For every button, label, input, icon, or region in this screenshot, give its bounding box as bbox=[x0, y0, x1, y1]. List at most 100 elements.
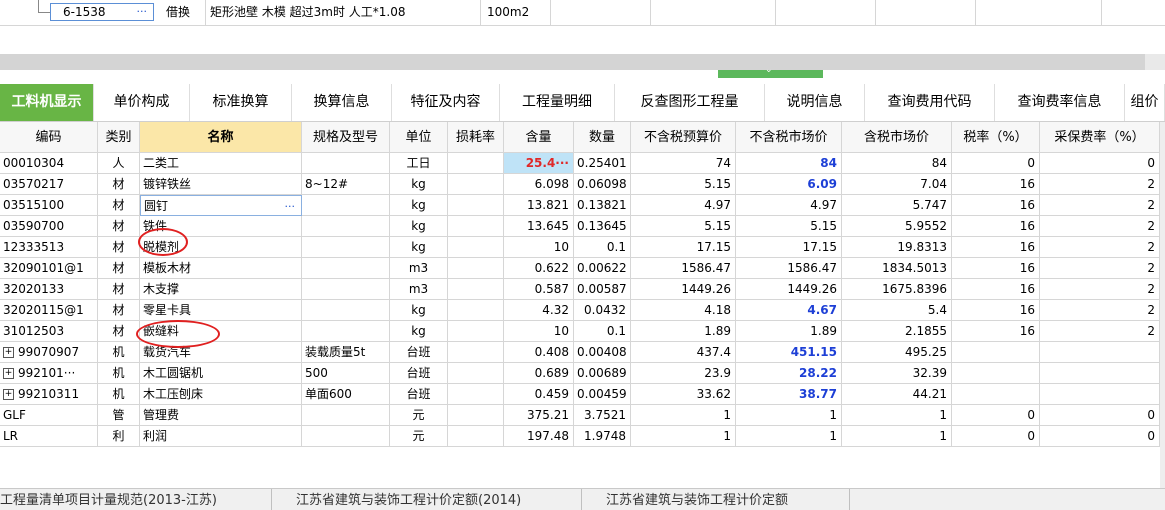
cell-market[interactable]: 38.77 bbox=[736, 384, 842, 405]
table-row[interactable]: 32020115@1 材 零星卡具 kg 4.32 0.0432 4.18 4.67 5.4 16… bbox=[0, 300, 1160, 321]
cell-market[interactable]: 17.15 bbox=[736, 237, 842, 258]
cell-fee[interactable]: 0 bbox=[1040, 153, 1160, 174]
cell-budget[interactable]: 1 bbox=[631, 426, 736, 447]
cell-qty[interactable]: 0.00622 bbox=[574, 258, 631, 279]
cell-unit[interactable]: m3 bbox=[390, 279, 448, 300]
cell-content[interactable]: 10 bbox=[504, 237, 574, 258]
cell-unit[interactable]: m3 bbox=[390, 258, 448, 279]
cell-loss[interactable] bbox=[448, 195, 504, 216]
cell-unit[interactable]: 台班 bbox=[390, 342, 448, 363]
tab-4[interactable]: 特征及内容 bbox=[392, 84, 500, 121]
cell-taxmarket[interactable]: 495.25 bbox=[842, 342, 952, 363]
cell-spec[interactable] bbox=[302, 153, 390, 174]
cell-tax[interactable]: 16 bbox=[952, 279, 1040, 300]
cell-unit[interactable]: kg bbox=[390, 174, 448, 195]
cell-budget[interactable]: 437.4 bbox=[631, 342, 736, 363]
cell-tax[interactable]: 16 bbox=[952, 237, 1040, 258]
cell-cat[interactable]: 管 bbox=[98, 405, 140, 426]
cell-tax[interactable] bbox=[952, 363, 1040, 384]
cell-unit[interactable]: 元 bbox=[390, 426, 448, 447]
cell-name[interactable]: 圆钉 ··· bbox=[140, 195, 302, 216]
cell-code[interactable]: 12333513 bbox=[0, 237, 98, 258]
cell-unit[interactable]: kg bbox=[390, 195, 448, 216]
cell-spec[interactable]: 500 bbox=[302, 363, 390, 384]
table-row[interactable]: LR 利 利润 元 197.48 1.9748 1 1 1 0 0 bbox=[0, 426, 1160, 447]
column-header[interactable]: 含税市场价 bbox=[842, 122, 952, 153]
cell-code[interactable]: 03590700 bbox=[0, 216, 98, 237]
table-row[interactable]: 03515100 材 圆钉 ··· kg 13.821 0.13821 4.97 4.97 5.7… bbox=[0, 195, 1160, 216]
cell-loss[interactable] bbox=[448, 258, 504, 279]
cell-cat[interactable]: 材 bbox=[98, 258, 140, 279]
cell-unit[interactable]: 工日 bbox=[390, 153, 448, 174]
panel-splitter-handle[interactable]: ⌄ bbox=[718, 65, 823, 78]
cell-unit[interactable]: kg bbox=[390, 237, 448, 258]
cell-qty[interactable]: 0.00459 bbox=[574, 384, 631, 405]
cell-loss[interactable] bbox=[448, 342, 504, 363]
cell-spec[interactable]: 8~12# bbox=[302, 174, 390, 195]
tab-3[interactable]: 换算信息 bbox=[292, 84, 392, 121]
cell-content[interactable]: 197.48 bbox=[504, 426, 574, 447]
cell-taxmarket[interactable]: 84 bbox=[842, 153, 952, 174]
table-row[interactable]: 32020133 材 木支撑 m3 0.587 0.00587 1449.26 1449.26… bbox=[0, 279, 1160, 300]
cell-unit[interactable]: kg bbox=[390, 321, 448, 342]
cell-qty[interactable]: 0.00587 bbox=[574, 279, 631, 300]
cell-content[interactable]: 25.4··· bbox=[504, 153, 574, 174]
cell-qty[interactable]: 0.00408 bbox=[574, 342, 631, 363]
cell-unit[interactable]: 元 bbox=[390, 405, 448, 426]
cell-code[interactable]: 32090101@1 bbox=[0, 258, 98, 279]
cell-code[interactable]: LR bbox=[0, 426, 98, 447]
cell-qty[interactable]: 0.1 bbox=[574, 321, 631, 342]
cell-spec[interactable] bbox=[302, 237, 390, 258]
cell-market[interactable]: 84 bbox=[736, 153, 842, 174]
cell-fee[interactable]: 2 bbox=[1040, 279, 1160, 300]
cell-cat[interactable]: 材 bbox=[98, 279, 140, 300]
cell-market[interactable]: 6.09 bbox=[736, 174, 842, 195]
cell-spec[interactable] bbox=[302, 195, 390, 216]
tab-6[interactable]: 反查图形工程量 bbox=[615, 84, 765, 121]
cell-name[interactable]: 二类工 bbox=[140, 153, 302, 174]
cell-budget[interactable]: 1.89 bbox=[631, 321, 736, 342]
cell-code[interactable]: 31012503 bbox=[0, 321, 98, 342]
cell-market[interactable]: 5.15 bbox=[736, 216, 842, 237]
cell-qty[interactable]: 0.0432 bbox=[574, 300, 631, 321]
cell-code[interactable]: +992101··· bbox=[0, 363, 98, 384]
ellipsis-icon[interactable]: ··· bbox=[137, 4, 148, 20]
ellipsis-icon[interactable]: ··· bbox=[285, 196, 296, 215]
cell-name[interactable]: 镀锌铁丝 bbox=[140, 174, 302, 195]
cell-code[interactable]: +99070907 bbox=[0, 342, 98, 363]
plus-square-icon[interactable]: + bbox=[3, 368, 14, 379]
cell-taxmarket[interactable]: 7.04 bbox=[842, 174, 952, 195]
cell-code[interactable]: +99210311 bbox=[0, 384, 98, 405]
tab-9[interactable]: 查询费率信息 bbox=[995, 84, 1125, 121]
cell-qty[interactable]: 0.13821 bbox=[574, 195, 631, 216]
cell-tax[interactable]: 16 bbox=[952, 216, 1040, 237]
cell-loss[interactable] bbox=[448, 279, 504, 300]
cell-taxmarket[interactable]: 1 bbox=[842, 405, 952, 426]
cell-cat[interactable]: 材 bbox=[98, 321, 140, 342]
cell-spec[interactable]: 单面600 bbox=[302, 384, 390, 405]
cell-market[interactable]: 4.97 bbox=[736, 195, 842, 216]
cell-content[interactable]: 6.098 bbox=[504, 174, 574, 195]
cell-spec[interactable] bbox=[302, 426, 390, 447]
library-tab-2[interactable]: 江苏省建筑与装饰工程计价定额 bbox=[582, 489, 850, 510]
cell-loss[interactable] bbox=[448, 300, 504, 321]
cell-taxmarket[interactable]: 2.1855 bbox=[842, 321, 952, 342]
cell-taxmarket[interactable]: 32.39 bbox=[842, 363, 952, 384]
item-code-field[interactable]: 6-1538 ··· bbox=[50, 3, 154, 21]
cell-fee[interactable]: 2 bbox=[1040, 300, 1160, 321]
cell-budget[interactable]: 1 bbox=[631, 405, 736, 426]
cell-name[interactable]: 利润 bbox=[140, 426, 302, 447]
cell-taxmarket[interactable]: 5.4 bbox=[842, 300, 952, 321]
cell-tax[interactable]: 16 bbox=[952, 195, 1040, 216]
cell-qty[interactable]: 3.7521 bbox=[574, 405, 631, 426]
cell-loss[interactable] bbox=[448, 321, 504, 342]
cell-tax[interactable]: 16 bbox=[952, 321, 1040, 342]
cell-taxmarket[interactable]: 5.9552 bbox=[842, 216, 952, 237]
cell-name[interactable]: 木工压刨床 bbox=[140, 384, 302, 405]
cell-loss[interactable] bbox=[448, 384, 504, 405]
cell-cat[interactable]: 材 bbox=[98, 237, 140, 258]
table-row[interactable]: 31012503 材 嵌缝料 kg 10 0.1 1.89 1.89 2.1855 16 2 bbox=[0, 321, 1160, 342]
cell-fee[interactable]: 2 bbox=[1040, 258, 1160, 279]
cell-spec[interactable] bbox=[302, 216, 390, 237]
column-header[interactable]: 含量 bbox=[504, 122, 574, 153]
